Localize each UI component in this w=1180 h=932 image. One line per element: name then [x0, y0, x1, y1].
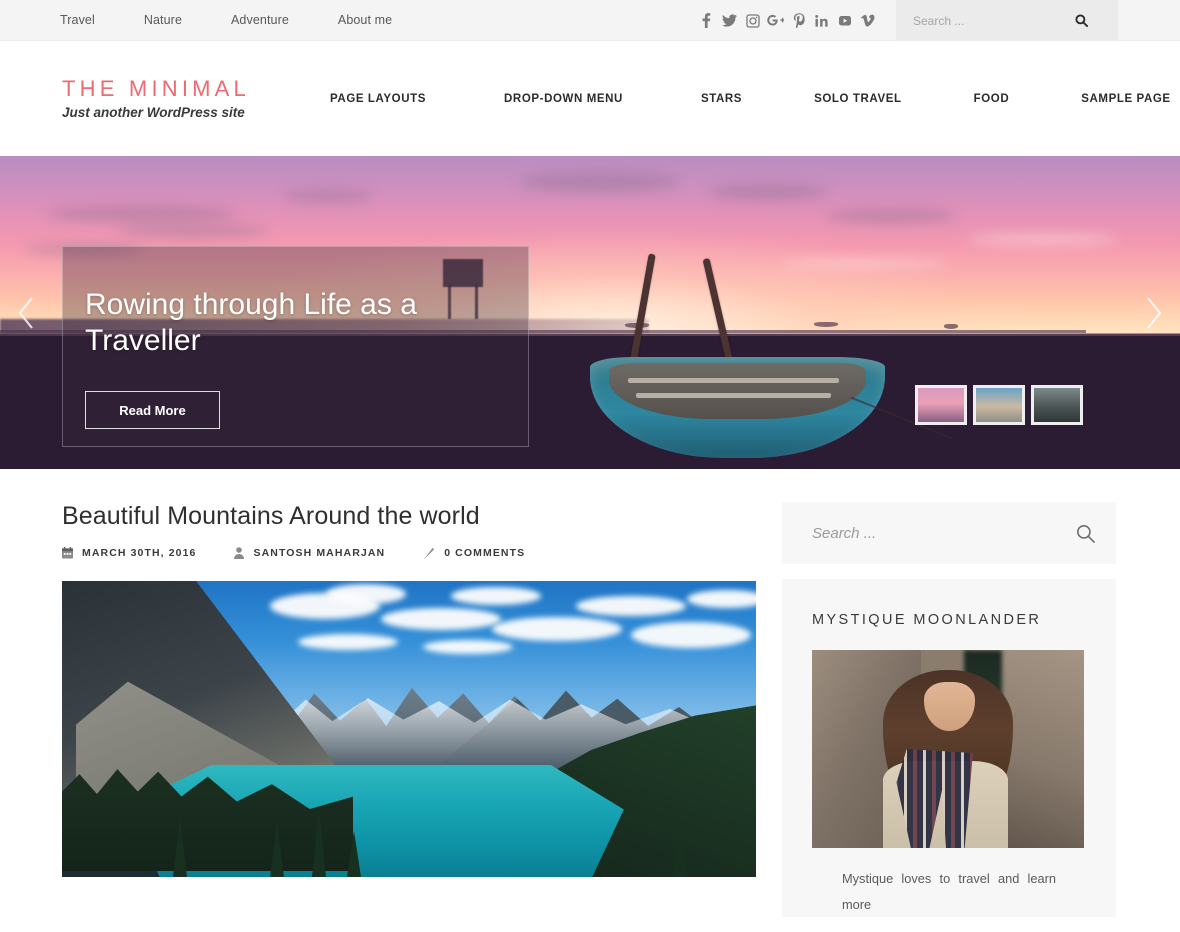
sidebar-search-input[interactable] — [782, 523, 1054, 543]
instagram-icon[interactable] — [741, 10, 764, 32]
nav-item-page-layouts[interactable]: PAGE LAYOUTS — [330, 93, 426, 105]
topnav-item-travel[interactable]: Travel — [60, 13, 95, 27]
top-navigation: Travel Nature Adventure About me — [60, 13, 441, 27]
topnav-item-adventure[interactable]: Adventure — [231, 13, 289, 27]
page-title: Beautiful Mountains Around the world — [62, 502, 480, 530]
top-bar: Travel Nature Adventure About me — [0, 0, 1180, 41]
post-date[interactable]: MARCH 30TH, 2016 — [62, 547, 196, 559]
slider-thumb-1[interactable] — [915, 385, 967, 425]
widget-text: Mystique loves to travel and learn more — [842, 871, 1056, 912]
top-search-input[interactable] — [896, 12, 1061, 29]
nav-item-solo-travel[interactable]: SOLO TRAVEL — [814, 93, 902, 105]
linkedin-icon[interactable] — [810, 10, 833, 32]
site-branding[interactable]: THE MINIMAL Just another WordPress site — [62, 75, 312, 121]
search-icon[interactable] — [1054, 502, 1116, 564]
content-area: Beautiful Mountains Around the world MAR… — [0, 469, 1180, 932]
social-links — [695, 0, 879, 41]
read-more-button[interactable]: Read More — [85, 391, 220, 429]
slider-thumbnails — [915, 385, 1083, 425]
main-column: Beautiful Mountains Around the world MAR… — [62, 502, 756, 932]
post-author-label: SANTOSH MAHARJAN — [253, 547, 386, 559]
nav-item-stars[interactable]: STARS — [701, 93, 742, 105]
top-search-box[interactable] — [896, 0, 1118, 41]
widget-title: MYSTIQUE MOONLANDER — [812, 612, 1042, 628]
slide-title: Rowing through Life as a Traveller — [85, 288, 417, 357]
slider-thumb-3[interactable] — [1031, 385, 1083, 425]
google-plus-icon[interactable] — [764, 10, 787, 32]
main-navigation: PAGE LAYOUTS DROP-DOWN MENU STARS SOLO T… — [330, 93, 1170, 105]
author-photo — [812, 650, 1084, 848]
topnav-item-nature[interactable]: Nature — [144, 13, 182, 27]
nav-item-food[interactable]: FOOD — [974, 93, 1010, 105]
nav-item-drop-down-menu[interactable]: DROP-DOWN MENU — [504, 93, 623, 105]
topnav-item-about-me[interactable]: About me — [338, 13, 392, 27]
post-comments[interactable]: 0 COMMENTS — [423, 547, 525, 559]
search-icon[interactable] — [1061, 0, 1101, 41]
post-meta: MARCH 30TH, 2016 SANTOSH MAHARJAN 0 COMM… — [62, 547, 756, 559]
hero-slider: Rowing through Life as a Traveller Read … — [0, 156, 1180, 469]
vimeo-icon[interactable] — [856, 10, 879, 32]
sidebar-search-widget[interactable] — [782, 502, 1116, 564]
facebook-icon[interactable] — [695, 10, 718, 32]
slider-thumb-2[interactable] — [973, 385, 1025, 425]
slide-caption-box: Rowing through Life as a Traveller Read … — [62, 246, 529, 447]
post-featured-image[interactable] — [62, 581, 756, 877]
calendar-icon — [62, 547, 73, 559]
youtube-icon[interactable] — [833, 10, 856, 32]
sidebar-about-widget: MYSTIQUE MOONLANDER Mystique loves to tr… — [782, 579, 1116, 918]
post-author[interactable]: SANTOSH MAHARJAN — [234, 547, 385, 559]
twitter-icon[interactable] — [718, 10, 741, 32]
chevron-right-icon[interactable] — [1134, 289, 1174, 337]
post-date-label: MARCH 30TH, 2016 — [82, 547, 197, 559]
site-tagline: Just another WordPress site — [62, 105, 245, 121]
site-header: THE MINIMAL Just another WordPress site … — [0, 41, 1180, 156]
post-comments-label: 0 COMMENTS — [444, 547, 526, 559]
user-icon — [234, 547, 245, 559]
pinterest-icon[interactable] — [787, 10, 810, 32]
pencil-icon — [423, 547, 435, 559]
chevron-left-icon[interactable] — [6, 289, 46, 337]
nav-item-sample-page[interactable]: SAMPLE PAGE — [1081, 93, 1170, 105]
site-logo: THE MINIMAL — [62, 75, 250, 101]
sidebar: MYSTIQUE MOONLANDER Mystique loves to tr… — [782, 502, 1116, 932]
